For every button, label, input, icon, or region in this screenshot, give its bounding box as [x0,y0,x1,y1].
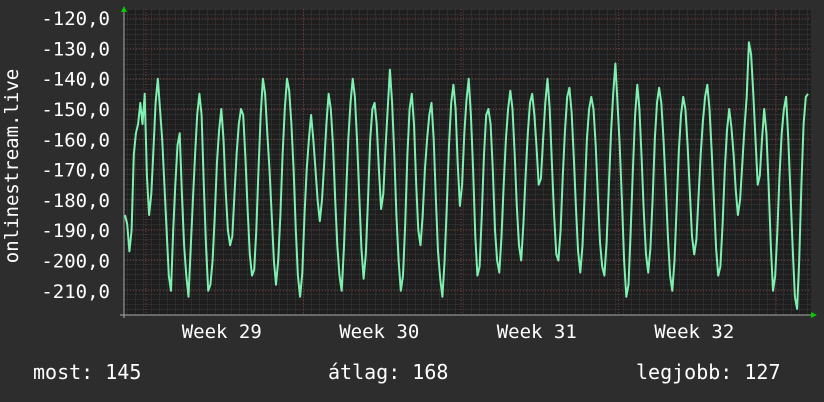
x-axis-arrow [811,312,817,318]
y-tick-label: -210,0 [41,281,110,303]
x-tick-label: Week 30 [339,321,419,343]
x-tick-label: Week 31 [497,321,577,343]
stat-average: átlag: 168 [328,360,449,384]
y-tick-label: -180,0 [41,190,110,212]
y-tick-label: -170,0 [41,160,110,182]
stat-current: most: 145 [33,360,142,384]
y-tick-label: -200,0 [41,250,110,272]
x-tick-label: Week 29 [182,321,262,343]
y-tick-label: -150,0 [41,99,110,121]
y-tick-label: -140,0 [41,69,110,91]
minor-grid [124,9,811,315]
x-tick-labels: Week 29 Week 30 Week 31 Week 32 [182,321,735,343]
y-tick-labels: -120,0 -130,0 -140,0 -150,0 -160,0 -170,0 -180… [41,8,110,303]
y-tick-label: -190,0 [41,220,110,242]
y-tick-label: -160,0 [41,129,110,151]
stats-bar: most: 145 átlag: 168 legjobb: 127 [0,360,824,390]
chart: -120,0 -130,0 -140,0 -150,0 -160,0 -170,0 -180… [1,6,817,343]
y-axis-label: onlinestream.live [1,69,23,263]
y-tick-label: -120,0 [41,8,110,30]
x-tick-label: Week 32 [654,321,734,343]
y-tick-label: -130,0 [41,38,110,60]
stat-best: legjobb: 127 [636,360,781,384]
